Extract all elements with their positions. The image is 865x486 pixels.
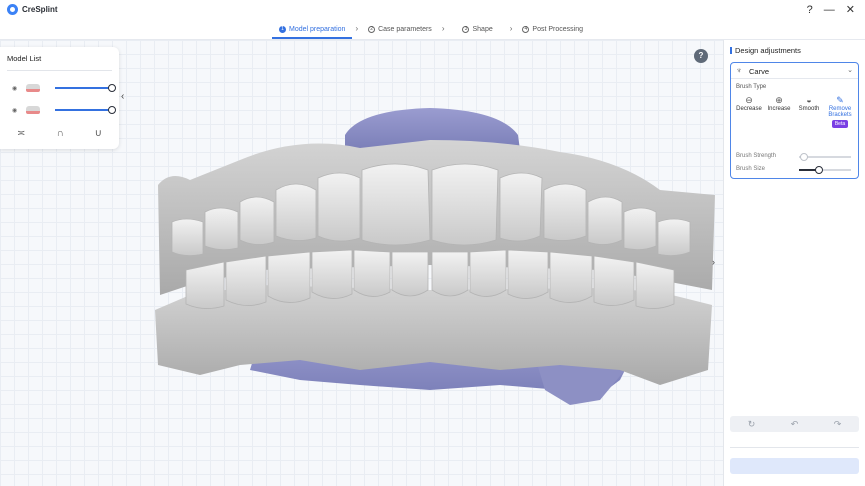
- beta-badge: Beta: [831, 120, 849, 128]
- step-number: 3: [462, 25, 470, 33]
- step-label: Shape: [472, 25, 493, 33]
- step-case-parameters[interactable]: 2 Case parameters: [361, 20, 439, 38]
- undo-icon[interactable]: ↶: [791, 419, 799, 430]
- divider: [730, 447, 859, 448]
- chevron-right-icon: ›: [441, 24, 445, 33]
- eye-icon[interactable]: ◉: [12, 85, 21, 92]
- brush-increase-button[interactable]: ⊕ Increase: [765, 95, 793, 112]
- brush-label: Smooth: [798, 106, 820, 112]
- app-logo: CreSplint: [7, 4, 58, 15]
- slider-handle[interactable]: [108, 106, 116, 114]
- slider-handle[interactable]: [800, 153, 808, 161]
- step-number: 4: [522, 25, 530, 33]
- brush-size-slider[interactable]: [799, 166, 851, 174]
- jaw-view-buttons: ≍ ∩ ∪: [17, 128, 102, 139]
- eye-icon[interactable]: ◉: [12, 107, 21, 114]
- remove-brackets-icon: ✎: [836, 95, 844, 105]
- smooth-brush-icon: ◒: [806, 95, 812, 105]
- help-icon[interactable]: ?: [694, 49, 708, 63]
- chevron-right-icon: ›: [509, 24, 513, 33]
- lower-jaw-thumbnail: [26, 106, 40, 114]
- increase-brush-icon: ⊕: [775, 95, 783, 105]
- tooth-icon: ♆: [736, 66, 742, 75]
- title-bar: CreSplint 1 Model preparation › 2 Case p…: [0, 0, 865, 40]
- carve-tool-card: ♆ Carve ⌄ Brush Type ⊖ Decrease ⊕ Increa…: [730, 62, 859, 179]
- help-icon[interactable]: ?: [807, 4, 813, 16]
- model-list-title: Model List: [7, 54, 42, 63]
- step-number: 2: [368, 25, 376, 33]
- divider: [7, 70, 112, 71]
- collapse-panel-icon[interactable]: ‹: [121, 91, 124, 102]
- app-window: CreSplint 1 Model preparation › 2 Case p…: [0, 0, 865, 486]
- lower-jaw-icon[interactable]: ∪: [95, 128, 102, 139]
- brush-remove-brackets-button[interactable]: ✎ Remove Brackets Beta: [825, 95, 855, 128]
- window-controls: ? — ✕: [807, 4, 855, 16]
- brush-label: Decrease: [736, 106, 762, 112]
- brush-smooth-button[interactable]: ◒ Smooth: [795, 95, 823, 112]
- decrease-brush-icon: ⊖: [745, 95, 753, 105]
- step-shape[interactable]: 3 Shape: [455, 20, 499, 38]
- minimize-icon[interactable]: —: [824, 4, 835, 16]
- step-post-processing[interactable]: 4 Post Processing: [515, 20, 590, 38]
- confirm-button[interactable]: [730, 458, 859, 474]
- expand-panel-icon[interactable]: ›: [712, 257, 715, 267]
- brush-strength-slider[interactable]: [799, 153, 851, 161]
- panel-title: Design adjustments: [730, 46, 801, 55]
- model-row-upper: ◉: [12, 82, 116, 94]
- step-label: Model preparation: [289, 25, 346, 33]
- both-jaws-icon[interactable]: ≍: [17, 128, 25, 139]
- reset-icon[interactable]: ↻: [748, 419, 756, 430]
- brush-decrease-button[interactable]: ⊖ Decrease: [735, 95, 763, 112]
- brush-type-label: Brush Type: [736, 84, 767, 90]
- step-label: Case parameters: [378, 25, 432, 33]
- app-name: CreSplint: [22, 5, 58, 14]
- carve-label: Carve: [749, 67, 770, 76]
- design-adjustments-panel: Design adjustments ♆ Carve ⌄ Brush Type …: [723, 40, 865, 486]
- history-toolbar: ↻ ↶ ↷: [730, 416, 859, 432]
- cresplint-logo-icon: [7, 4, 18, 15]
- carve-header[interactable]: ♆ Carve ⌄: [731, 63, 858, 79]
- brush-strength-label: Brush Strength: [736, 153, 777, 159]
- workflow-steps: 1 Model preparation › 2 Case parameters …: [272, 20, 590, 40]
- upper-jaw-icon[interactable]: ∩: [56, 128, 63, 139]
- model-row-lower: ◉: [12, 104, 116, 116]
- step-number: 1: [279, 25, 286, 33]
- opacity-slider[interactable]: [55, 84, 116, 92]
- slider-handle[interactable]: [108, 84, 116, 92]
- brush-label: Increase: [767, 106, 791, 112]
- opacity-slider[interactable]: [55, 106, 116, 114]
- step-model-preparation[interactable]: 1 Model preparation: [272, 20, 353, 39]
- brush-label: Remove Brackets: [828, 106, 852, 118]
- chevron-down-icon[interactable]: ⌄: [847, 66, 853, 74]
- close-icon[interactable]: ✕: [846, 4, 855, 16]
- brush-size-label: Brush Size: [736, 166, 766, 172]
- redo-icon[interactable]: ↷: [834, 419, 842, 430]
- chevron-right-icon: ›: [355, 24, 359, 33]
- slider-handle[interactable]: [815, 166, 823, 174]
- step-label: Post Processing: [532, 25, 583, 33]
- upper-jaw-thumbnail: [26, 84, 40, 92]
